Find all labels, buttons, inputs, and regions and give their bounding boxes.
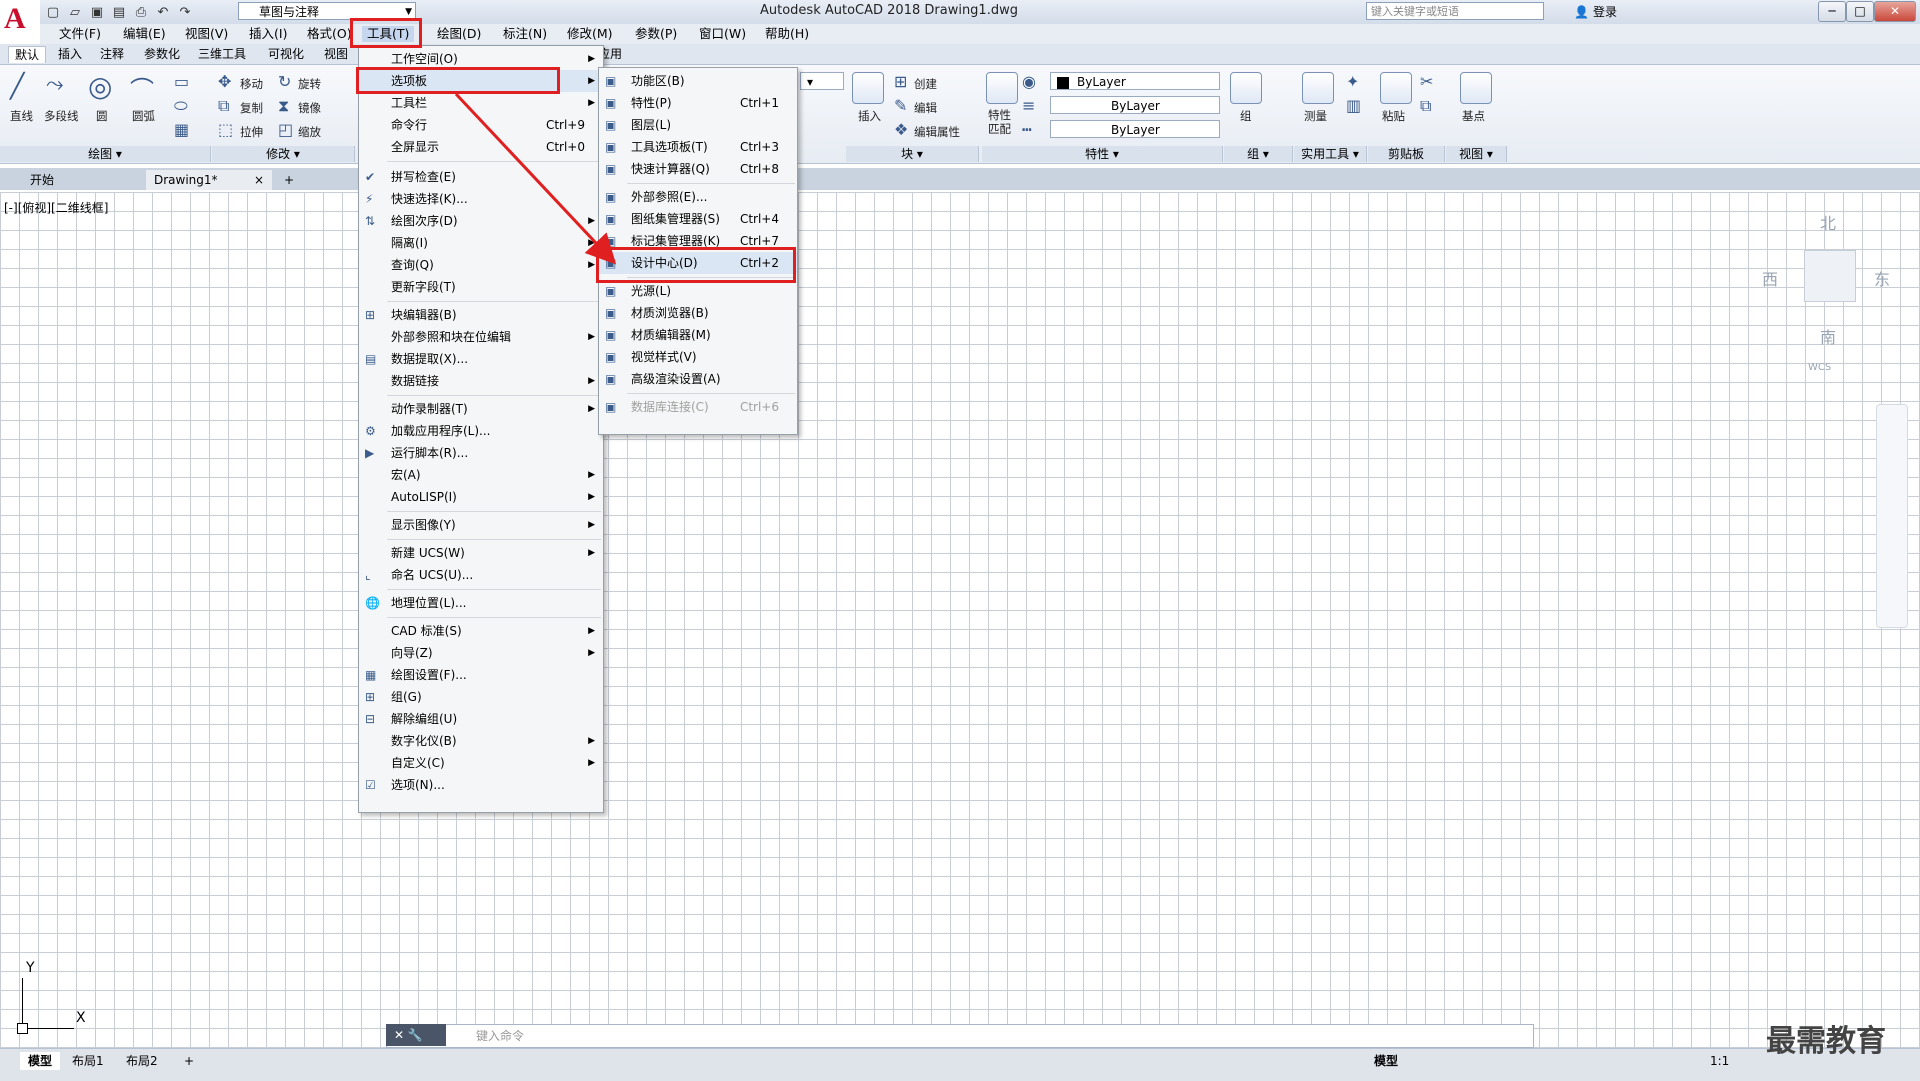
annotation-arrow [454,92,617,265]
